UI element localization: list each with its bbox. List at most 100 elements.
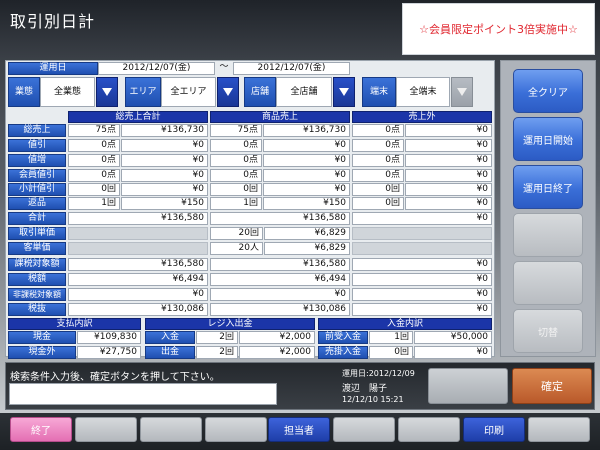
row-label: 小計値引 xyxy=(8,183,66,196)
blank-cell xyxy=(352,242,492,255)
triangle-down-icon xyxy=(457,88,467,96)
total-c2: ¥136,580 xyxy=(210,212,350,225)
quantity-cell: 0回 xyxy=(68,183,120,196)
start-day-button[interactable]: 運用日開始 xyxy=(513,117,583,161)
avg-customer-value: ¥6,829 xyxy=(264,242,350,255)
amount-cell: ¥0 xyxy=(121,169,208,182)
avg-price-value: ¥6,829 xyxy=(264,227,350,240)
amount-cell: ¥0 xyxy=(121,183,208,196)
promo-banner: ☆会員限定ポイント3倍実施中☆ xyxy=(402,3,595,55)
col-header-nonsales: 売上外 xyxy=(352,111,492,123)
row-label: 返品 xyxy=(8,197,66,210)
footer-blank-button-4[interactable] xyxy=(333,417,395,442)
terminal-select[interactable]: 全端末 xyxy=(396,77,450,107)
clear-all-button[interactable]: 全クリア xyxy=(513,69,583,113)
row-label-tax: 税額 xyxy=(8,273,66,286)
end-day-button[interactable]: 運用日終了 xyxy=(513,165,583,209)
tax-c2: ¥6,494 xyxy=(210,273,350,286)
avg-customer-count: 20人 xyxy=(210,242,263,255)
quantity-cell: 1回 xyxy=(68,197,120,210)
quantity-cell: 75点 xyxy=(210,124,262,137)
register-out-label: 出金 xyxy=(145,346,195,359)
blank-cell xyxy=(352,227,492,240)
register-header: レジ入出金 xyxy=(145,318,315,330)
amount-cell: ¥0 xyxy=(121,154,208,167)
side-blank-button-1[interactable] xyxy=(513,213,583,257)
payment-noncash-label: 現金外 xyxy=(8,346,76,359)
footer-blank-button-3[interactable] xyxy=(205,417,267,442)
quantity-cell: 0点 xyxy=(68,139,120,152)
store-label: 店舗 xyxy=(244,77,276,107)
payment-cash-value: ¥109,830 xyxy=(77,331,141,344)
operation-date: 運用日:2012/12/09 xyxy=(342,369,415,378)
row-label: 総売上 xyxy=(8,124,66,137)
register-in-label: 入金 xyxy=(145,331,195,344)
nontaxable-c3: ¥0 xyxy=(352,288,492,301)
total-c3: ¥0 xyxy=(352,212,492,225)
nontaxable-c2: ¥0 xyxy=(210,288,350,301)
taxable-c1: ¥136,580 xyxy=(68,258,208,271)
deposit-advance-label: 前受入金 xyxy=(318,331,368,344)
deposit-credit-value: ¥0 xyxy=(414,346,492,359)
business-dropdown-button[interactable] xyxy=(96,77,118,107)
tax-c3: ¥0 xyxy=(352,273,492,286)
amount-cell: ¥0 xyxy=(263,169,350,182)
amount-cell: ¥0 xyxy=(405,154,492,167)
footer-blank-button-2[interactable] xyxy=(140,417,202,442)
store-select[interactable]: 全店舗 xyxy=(276,77,332,107)
row-label-total: 合計 xyxy=(8,212,66,225)
deposit-header: 入金内訳 xyxy=(318,318,492,330)
register-in-value: ¥2,000 xyxy=(239,331,315,344)
payment-header: 支払内訳 xyxy=(8,318,141,330)
page-title: 取引別日計 xyxy=(10,12,96,31)
triangle-down-icon xyxy=(102,88,112,96)
quantity-cell: 0点 xyxy=(352,139,404,152)
date-label: 運用日 xyxy=(8,62,98,75)
amount-cell: ¥0 xyxy=(263,183,350,196)
quantity-cell: 0回 xyxy=(210,183,262,196)
business-label: 業態 xyxy=(8,77,40,107)
deposit-credit-count: 0回 xyxy=(369,346,413,359)
current-datetime: 12/12/10 15:21 xyxy=(342,395,404,404)
staff-button[interactable]: 担当者 xyxy=(268,417,330,442)
quantity-cell: 0点 xyxy=(68,169,120,182)
payment-noncash-value: ¥27,750 xyxy=(77,346,141,359)
date-separator: ～ xyxy=(219,62,229,72)
date-from-field[interactable]: 2012/12/07(金) xyxy=(98,62,215,75)
message-input[interactable] xyxy=(9,383,277,405)
business-select[interactable]: 全業態 xyxy=(40,77,95,107)
store-dropdown-button[interactable] xyxy=(333,77,355,107)
footer-blank-button-6[interactable] xyxy=(528,417,590,442)
deposit-advance-count: 1回 xyxy=(369,331,413,344)
area-dropdown-button[interactable] xyxy=(217,77,239,107)
pretax-c1: ¥130,086 xyxy=(68,303,208,316)
blank-cell xyxy=(68,242,208,255)
operator-name: 渡辺 陽子 xyxy=(342,384,388,394)
message-blank-button[interactable] xyxy=(428,368,508,404)
taxable-c3: ¥0 xyxy=(352,258,492,271)
print-button[interactable]: 印刷 xyxy=(463,417,525,442)
footer-blank-button-5[interactable] xyxy=(398,417,460,442)
confirm-button[interactable]: 確定 xyxy=(512,368,592,404)
date-to-field[interactable]: 2012/12/07(金) xyxy=(233,62,350,75)
taxable-c2: ¥136,580 xyxy=(210,258,350,271)
row-label: 値引 xyxy=(8,139,66,152)
blank-cell xyxy=(68,227,208,240)
exit-button[interactable]: 終了 xyxy=(10,417,72,442)
row-label-taxable: 課税対象額 xyxy=(8,258,66,271)
quantity-cell: 0点 xyxy=(210,169,262,182)
switch-button[interactable]: 切替 xyxy=(513,309,583,353)
register-in-count: 2回 xyxy=(196,331,238,344)
side-blank-button-2[interactable] xyxy=(513,261,583,305)
amount-cell: ¥150 xyxy=(263,197,350,210)
area-label: エリア xyxy=(125,77,161,107)
pretax-c3: ¥0 xyxy=(352,303,492,316)
terminal-dropdown-button[interactable] xyxy=(451,77,473,107)
footer-blank-button-1[interactable] xyxy=(75,417,137,442)
total-c1: ¥136,580 xyxy=(68,212,208,225)
register-out-count: 2回 xyxy=(196,346,238,359)
quantity-cell: 0回 xyxy=(352,183,404,196)
quantity-cell: 0点 xyxy=(68,154,120,167)
area-select[interactable]: 全エリア xyxy=(161,77,216,107)
amount-cell: ¥0 xyxy=(405,124,492,137)
